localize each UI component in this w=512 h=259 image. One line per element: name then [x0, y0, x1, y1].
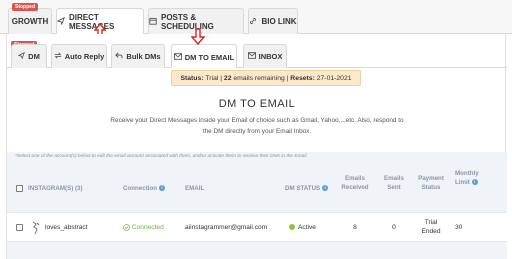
status-bar: Status: Trial | 22 emails remaining | Re…	[171, 70, 361, 86]
subtab-dm-label: DM	[28, 52, 40, 61]
growth-stopped-badge: Stopped	[12, 3, 38, 11]
header-connection: Connection i	[123, 184, 166, 193]
header-emails-sent: Emails Sent	[379, 174, 409, 192]
dm-status-label: Active	[298, 224, 316, 231]
red-down-arrow-icon	[190, 28, 206, 47]
select-all-checkbox[interactable]	[16, 185, 23, 192]
header-dm-status-label: DM STATUS	[285, 185, 321, 192]
reply-icon	[115, 52, 123, 61]
resets-value: 27-01-2021	[316, 74, 352, 82]
emails-remaining-text: emails remaining	[233, 74, 285, 82]
table-row[interactable]: loves_abstract Connected aiinstagrammer@…	[7, 212, 507, 242]
calendar-icon	[149, 17, 157, 27]
selection-note: *Select one of the account(s) below to e…	[15, 154, 308, 159]
header-payment-status-line1: Payment	[418, 175, 444, 182]
info-icon[interactable]: i	[471, 179, 478, 186]
header-emails-sent-line1: Emails	[384, 175, 404, 182]
description-line-1: Receive your Direct Messages inside your…	[110, 117, 404, 124]
paper-plane-icon	[56, 16, 65, 27]
header-instagrams[interactable]: INSTAGRAM(S) (3)	[28, 184, 83, 193]
connection-status-label: Connected	[131, 224, 164, 231]
subtab-inbox[interactable]: INBOX	[243, 44, 287, 68]
header-emails-sent-line2: Sent	[387, 184, 401, 191]
check-circle-icon	[123, 223, 132, 231]
dm-status[interactable]: Active	[289, 223, 316, 232]
row-checkbox[interactable]	[16, 224, 23, 231]
subtab-auto-reply[interactable]: Auto Reply	[51, 44, 107, 68]
tab-growth-label: GROWTH	[11, 17, 49, 26]
page-description: Receive your Direct Messages inside your…	[87, 115, 427, 137]
account-name[interactable]: loves_abstract	[45, 223, 88, 232]
header-monthly-limit-line1: Monthly	[455, 170, 479, 177]
header-payment-status-line2: Status	[421, 184, 441, 191]
status-value: Trial	[205, 74, 219, 82]
emails-received-value: 8	[353, 224, 357, 231]
header-monthly-limit: Monthly Limit i	[455, 169, 495, 187]
header-monthly-limit-line2-wrap: Limit i	[455, 178, 495, 187]
accounts-table: *Select one of the account(s) below to e…	[7, 152, 507, 259]
subtab-dm-to-email-label: DM TO EMAIL	[184, 52, 235, 62]
tab-growth[interactable]: GROWTH	[8, 8, 52, 34]
emails-sent-value: 0	[392, 224, 396, 231]
subtab-dm-to-email[interactable]: DM TO EMAIL	[171, 44, 237, 69]
info-icon[interactable]: i	[322, 185, 329, 192]
exchange-icon	[54, 52, 62, 61]
header-emails-received: Emails Received	[337, 174, 373, 192]
emails-remaining-count: 22	[223, 74, 232, 82]
status-label: Status:	[180, 74, 204, 82]
avatar	[31, 221, 41, 235]
subtab-bulk-dms-label: Bulk DMs	[126, 52, 161, 61]
tab-bio-link-label: BIO LINK	[261, 17, 297, 26]
header-payment-status: Payment Status	[413, 174, 449, 192]
page-title: DM TO EMAIL	[218, 98, 296, 110]
subtab-inbox-label: INBOX	[258, 52, 283, 61]
active-dot-icon	[289, 224, 295, 231]
tab-bio-link[interactable]: BIO LINK	[248, 8, 298, 34]
envelope-icon	[173, 52, 182, 62]
subtab-dm[interactable]: DM	[11, 44, 47, 68]
resets-label: Resets:	[290, 74, 315, 82]
monthly-limit-value: 30	[455, 224, 463, 231]
subtab-bulk-dms[interactable]: Bulk DMs	[111, 44, 165, 68]
payment-status-line1: Trial	[424, 219, 438, 226]
inbox-icon	[247, 52, 256, 61]
header-emails-received-line1: Emails	[345, 175, 365, 182]
tab-direct-messages-label: DIRECT MESSAGES	[69, 13, 115, 31]
paper-plane-icon	[17, 51, 26, 61]
payment-status-line2: Ended	[421, 228, 441, 235]
link-icon	[249, 17, 257, 27]
dm-to-email-panel: Status: Trial | 22 emails remaining | Re…	[6, 68, 507, 259]
description-line-2: the DM directly from your Email Inbox.	[202, 128, 312, 135]
email-value[interactable]: aiinstagrammer@gmail.com	[185, 223, 267, 232]
header-emails-received-line2: Received	[341, 184, 369, 191]
connection-status: Connected	[123, 223, 164, 232]
header-dm-status: DM STATUS i	[285, 184, 329, 193]
payment-status-value: Trial Ended	[413, 218, 449, 236]
subtab-auto-reply-label: Auto Reply	[64, 52, 105, 61]
header-email: EMAIL	[185, 185, 205, 192]
sub-tab-bar: Stopped DM Auto Reply Bulk DMs DM TO EMA…	[6, 34, 507, 69]
top-tab-bar: GROWTH Stopped DIRECT MESSAGES POSTS & S…	[0, 0, 512, 35]
header-connection-label: Connection	[123, 185, 158, 192]
header-monthly-limit-line2: Limit	[455, 179, 470, 186]
info-icon[interactable]: i	[159, 185, 166, 192]
